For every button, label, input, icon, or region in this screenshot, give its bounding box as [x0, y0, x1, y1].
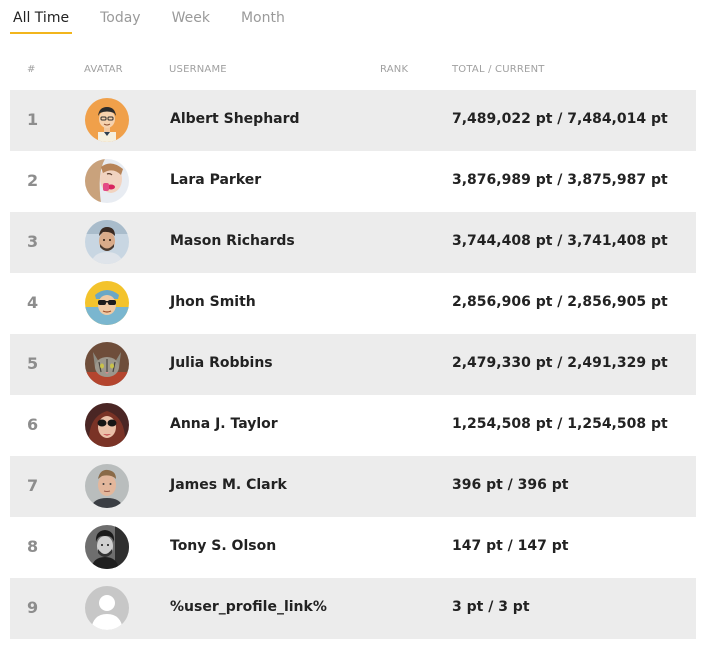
period-tabs: All Time Today Week Month	[10, 8, 313, 34]
table-header: # AVATAR USERNAME RANK TOTAL / CURRENT	[10, 64, 696, 78]
row-number: 5	[27, 354, 39, 373]
table-row: 1 Albert Shephard 7,489,022 pt / 7,484,0…	[10, 90, 696, 151]
points-total-current: 2,856,906 pt / 2,856,905 pt	[452, 294, 668, 310]
points-total-current: 3,744,408 pt / 3,741,408 pt	[452, 233, 668, 249]
tab-month[interactable]: Month	[238, 8, 288, 32]
table-row: 7 James M. Clark 396 pt / 396 pt	[10, 456, 696, 517]
username-link[interactable]: Tony S. Olson	[170, 538, 276, 554]
username-link[interactable]: Mason Richards	[170, 233, 295, 249]
table-row: 9 %user_profile_link% 3 pt / 3 pt	[10, 578, 696, 639]
sunglasses-kid-avatar[interactable]	[85, 281, 129, 325]
username-link[interactable]: James M. Clark	[170, 477, 287, 493]
points-total-current: 1,254,508 pt / 1,254,508 pt	[452, 416, 668, 432]
cartoon-man-avatar[interactable]	[85, 98, 129, 142]
leaderboard-table: 1 Albert Shephard 7,489,022 pt / 7,484,0…	[10, 90, 696, 639]
username-link[interactable]: Jhon Smith	[170, 294, 256, 310]
default-user-avatar[interactable]	[85, 586, 129, 630]
column-header-avatar: AVATAR	[84, 64, 123, 75]
points-total-current: 147 pt / 147 pt	[452, 538, 569, 554]
column-header-total: TOTAL / CURRENT	[452, 64, 545, 75]
row-number: 7	[27, 476, 39, 495]
woman-photo-avatar[interactable]	[85, 159, 129, 203]
table-row: 3 Mason Richards 3,744,408 pt / 3,741,40…	[10, 212, 696, 273]
row-number: 1	[27, 110, 39, 129]
man-photo-avatar[interactable]	[85, 220, 129, 264]
username-link[interactable]: Anna J. Taylor	[170, 416, 278, 432]
points-total-current: 3 pt / 3 pt	[452, 599, 530, 615]
column-header-number: #	[27, 64, 36, 75]
points-total-current: 3,876,989 pt / 3,875,987 pt	[452, 172, 668, 188]
row-number: 4	[27, 293, 39, 312]
tab-all-time[interactable]: All Time	[10, 8, 73, 34]
column-header-username: USERNAME	[169, 64, 227, 75]
row-number: 3	[27, 232, 39, 251]
points-total-current: 2,479,330 pt / 2,491,329 pt	[452, 355, 668, 371]
row-number: 8	[27, 537, 39, 556]
tab-today[interactable]: Today	[97, 8, 144, 32]
column-header-rank: RANK	[380, 64, 409, 75]
bw-man-avatar[interactable]	[85, 525, 129, 569]
points-total-current: 396 pt / 396 pt	[452, 477, 569, 493]
points-total-current: 7,489,022 pt / 7,484,014 pt	[452, 111, 668, 127]
username-link[interactable]: Lara Parker	[170, 172, 261, 188]
man-portrait-avatar[interactable]	[85, 464, 129, 508]
table-row: 5 Julia Robbins 2,479,330 pt / 2,491,329…	[10, 334, 696, 395]
table-row: 4 Jhon Smith 2,856,906 pt / 2,856,905 pt	[10, 273, 696, 334]
table-row: 2 Lara Parker 3,876,989 pt / 3,875,987 p…	[10, 151, 696, 212]
username-link[interactable]: %user_profile_link%	[170, 599, 327, 615]
tab-week[interactable]: Week	[169, 8, 213, 32]
row-number: 6	[27, 415, 39, 434]
username-link[interactable]: Julia Robbins	[170, 355, 273, 371]
username-link[interactable]: Albert Shephard	[170, 111, 300, 127]
table-row: 6 Anna J. Taylor 1,254,508 pt / 1,254,50…	[10, 395, 696, 456]
row-number: 2	[27, 171, 39, 190]
cat-photo-avatar[interactable]	[85, 342, 129, 386]
woman-sunglasses-avatar[interactable]	[85, 403, 129, 447]
table-row: 8 Tony S. Olson 147 pt / 147 pt	[10, 517, 696, 578]
row-number: 9	[27, 598, 39, 617]
